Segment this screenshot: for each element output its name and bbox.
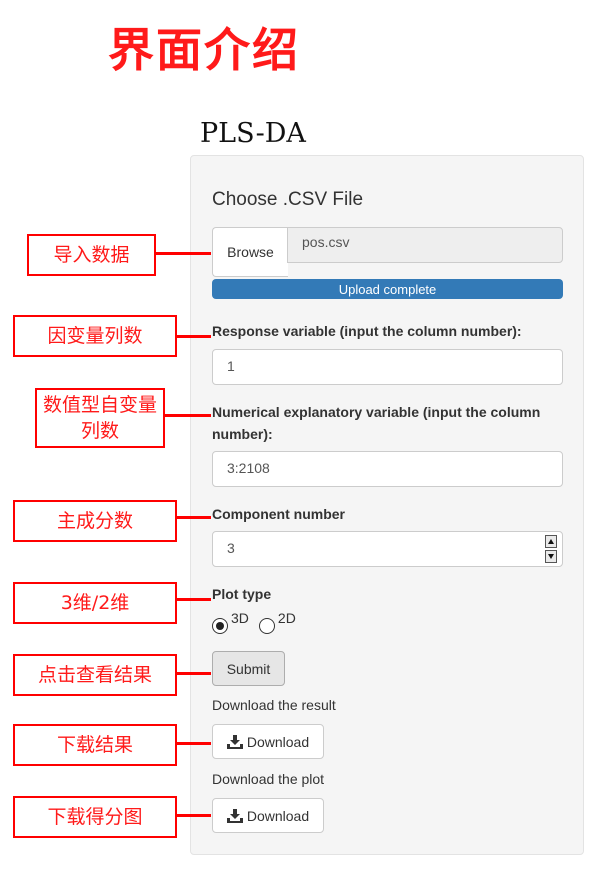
download-plot-button[interactable]: Download (212, 798, 324, 833)
plot-type-radio-group: 3D 2D (212, 610, 306, 634)
radio-2d-label: 2D (277, 610, 296, 626)
annotation-download-result: 下载结果 (13, 724, 177, 766)
download-icon (226, 808, 243, 823)
explanatory-variable-label: Numerical explanatory variable (input th… (212, 404, 541, 442)
download-plot-button-label: Download (246, 807, 310, 824)
annotation-connector (177, 814, 211, 817)
radio-2d[interactable]: 2D (258, 610, 296, 634)
download-result-label: Download the result (212, 697, 336, 713)
radio-3d[interactable]: 3D (212, 610, 249, 634)
radio-unchecked-icon[interactable] (258, 618, 275, 634)
spinner-arrows-icon[interactable] (545, 535, 557, 563)
response-variable-input[interactable]: 1 (212, 349, 563, 385)
page-title: 界面介绍 (108, 23, 300, 77)
annotation-component: 主成分数 (13, 500, 177, 542)
file-input-label: Choose .CSV File (212, 189, 364, 210)
component-number-label: Component number (212, 506, 345, 522)
download-result-button-label: Download (246, 733, 310, 750)
annotation-dimension: 3维/2维 (13, 582, 177, 624)
annotation-connector (177, 672, 211, 675)
radio-checked-icon[interactable] (212, 618, 228, 634)
response-variable-label: Response variable (input the column numb… (212, 323, 522, 339)
annotation-connector (177, 335, 211, 338)
submit-button[interactable]: Submit (212, 651, 285, 686)
upload-progress-text: Upload complete (338, 281, 437, 297)
spinner-down-icon[interactable] (545, 550, 557, 563)
annotation-import-data: 导入数据 (27, 234, 156, 276)
plot-type-label: Plot type (212, 586, 272, 602)
component-number-value: 3 (227, 540, 235, 556)
radio-3d-label: 3D (231, 610, 249, 626)
component-number-input[interactable]: 3 (212, 531, 563, 567)
sidebar-panel: Choose .CSV File Browse pos.csv Upload c… (190, 155, 584, 855)
annotation-connector (165, 414, 211, 417)
annotation-view-result: 点击查看结果 (13, 654, 177, 696)
annotation-connector (156, 252, 211, 255)
annotation-connector (177, 742, 211, 745)
explanatory-variable-input[interactable]: 3:2108 (212, 451, 563, 487)
browse-button[interactable]: Browse (212, 227, 288, 277)
spinner-up-icon[interactable] (545, 535, 557, 548)
download-plot-label: Download the plot (212, 771, 325, 787)
file-name-field: pos.csv (287, 227, 563, 263)
annotation-explanatory-col: 数值型自变量列数 (35, 388, 165, 448)
download-result-button[interactable]: Download (212, 724, 324, 759)
annotation-download-plot: 下载得分图 (13, 796, 177, 838)
download-icon (226, 734, 243, 749)
annotation-connector (177, 516, 211, 519)
annotation-connector (177, 598, 211, 601)
annotation-response-col: 因变量列数 (13, 315, 177, 357)
upload-progress-bar: Upload complete (212, 279, 563, 299)
app-title: PLS-DA (200, 118, 306, 149)
